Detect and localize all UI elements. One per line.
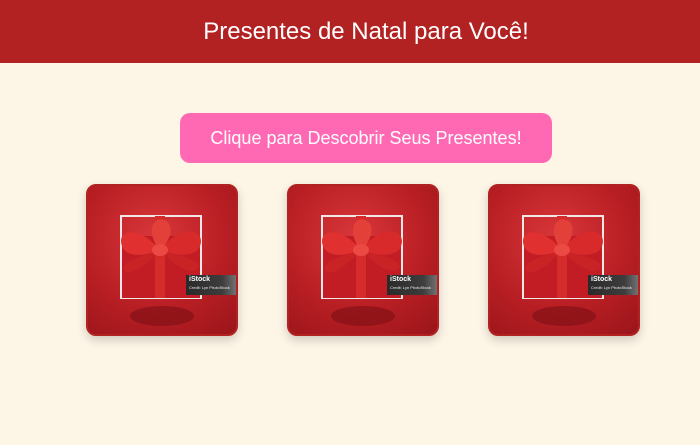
stock-watermark: iStock Credit: Lyn PhotoStock xyxy=(387,275,437,295)
gift-card-2[interactable]: iStock Credit: Lyn PhotoStock xyxy=(287,184,439,336)
discover-gifts-button[interactable]: Clique para Descobrir Seus Presentes! xyxy=(180,113,552,163)
gift-card-3[interactable]: iStock Credit: Lyn PhotoStock xyxy=(488,184,640,336)
stock-watermark: iStock Credit: Lyn PhotoStock xyxy=(588,275,638,295)
stock-watermark: iStock Credit: Lyn PhotoStock xyxy=(186,275,236,295)
page-title: Presentes de Natal para Você! xyxy=(203,17,529,45)
gift-box-image xyxy=(321,215,403,326)
gift-card-1[interactable]: iStock Credit: Lyn PhotoStock xyxy=(86,184,238,336)
gift-box-image xyxy=(120,215,202,326)
page-header: Presentes de Natal para Você! xyxy=(0,0,700,63)
gift-grid: iStock Credit: Lyn PhotoStock iStock Cre… xyxy=(86,184,640,336)
gift-box-image xyxy=(522,215,604,326)
